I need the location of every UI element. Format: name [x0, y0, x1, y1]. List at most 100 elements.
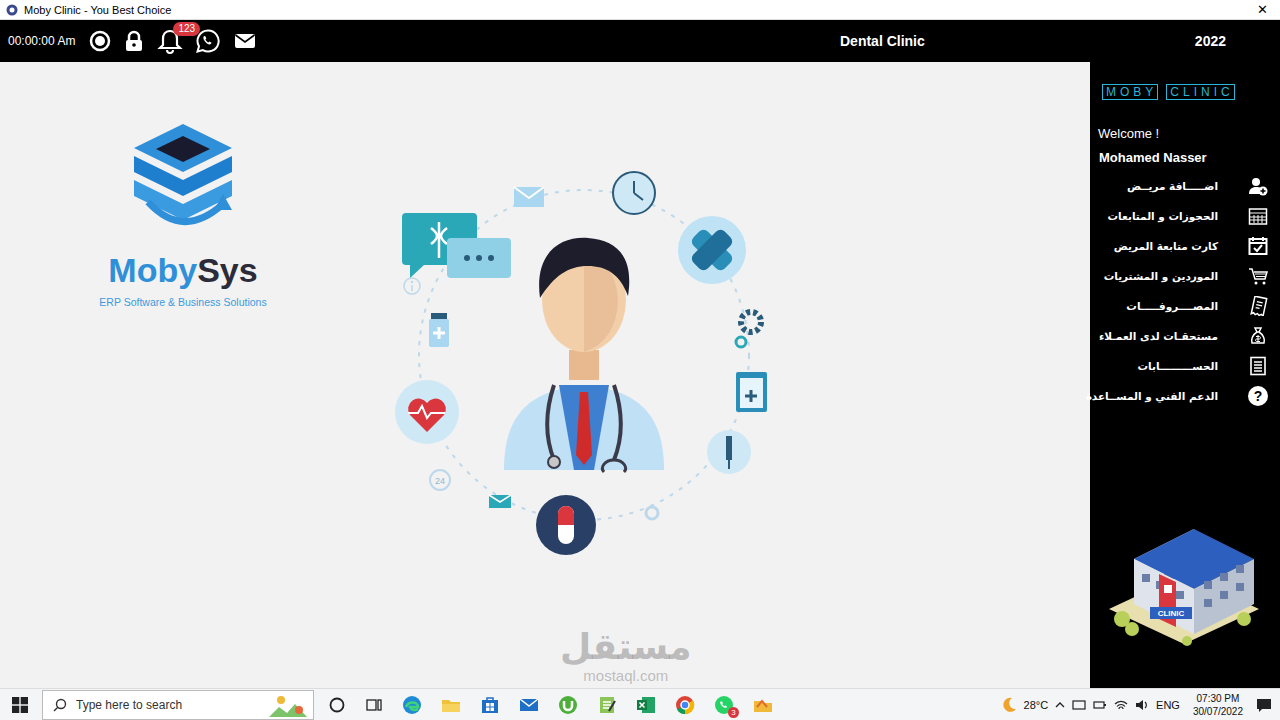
add-user-icon: [1248, 176, 1268, 196]
sidebar-item[interactable]: مستحقـات لدى العمـلاء: [1090, 321, 1280, 351]
time-text: 07:30 PM: [1197, 692, 1240, 705]
pill-icon: [536, 495, 596, 555]
notification-center-icon[interactable]: [1256, 697, 1272, 713]
brand-word: MOBY: [1102, 84, 1158, 100]
heart-icon: [395, 380, 459, 444]
watermark: مستقل mostaql.com: [560, 626, 692, 684]
sidebar-item-label: مستحقـات لدى العمـلاء: [1099, 330, 1218, 342]
clock-icon: [613, 172, 655, 214]
weather-text: 28°C: [1024, 699, 1049, 711]
app-icon: [6, 4, 18, 16]
cart-icon: [1248, 266, 1268, 286]
utorrent-icon[interactable]: [558, 695, 578, 715]
logo-name: MobySys: [108, 250, 257, 290]
clock-text: 00:00:00 Am: [8, 34, 75, 48]
app-badge: 3: [728, 707, 739, 718]
watermark-arabic: مستقل: [560, 626, 692, 668]
watermark-latin: mostaql.com: [583, 668, 668, 684]
sidebar-menu: اضـــــافة مريــض الحجوزات و المتابعات ك…: [1090, 171, 1280, 411]
sidebar-item[interactable]: الدعم الفني و المســاعدة ?: [1090, 381, 1280, 411]
sidebar-item[interactable]: المصــــروفـــــات: [1090, 291, 1280, 321]
landscape-icon: [269, 693, 307, 717]
wifi-icon[interactable]: [1114, 698, 1128, 712]
notepad-icon[interactable]: [597, 695, 617, 715]
search-placeholder: Type here to search: [76, 698, 260, 712]
welcome-text: Welcome !: [1098, 126, 1280, 141]
logo-cubes-icon: [128, 122, 238, 242]
sidebar-item[interactable]: الموردين و المشتريات: [1090, 261, 1280, 291]
logo-tagline: ERP Software & Business Solutions: [99, 296, 266, 308]
sidebar: MOBY CLINIC Welcome ! Mohamed Nasser اضــ…: [1090, 62, 1280, 688]
record-icon[interactable]: [89, 30, 111, 52]
date-time[interactable]: 07:30 PM 30/07/2022: [1193, 692, 1243, 718]
network-icon[interactable]: [1072, 698, 1086, 712]
clinic-building-icon: CLINIC: [1104, 519, 1264, 654]
moon-icon: [1001, 697, 1017, 713]
money-bag-icon: [1248, 326, 1268, 346]
svg-text:24: 24: [435, 476, 445, 486]
app-window: Moby Clinic - You Best Choice ✕ 00:00:00…: [0, 0, 1280, 720]
date-text: 30/07/2022: [1193, 705, 1243, 718]
task-view-icon[interactable]: [365, 696, 383, 714]
top-bar: 00:00:00 Am 123 Dental Clinic 2022: [0, 20, 1280, 62]
content-area: MobySys ERP Software & Business Solution…: [0, 62, 1090, 688]
user-name: Mohamed Nasser: [1099, 150, 1280, 165]
clock-24-icon: 24: [430, 470, 450, 490]
notifications-button[interactable]: 123: [157, 28, 183, 54]
chevron-up-icon[interactable]: [1055, 700, 1065, 710]
sidebar-item-label: الموردين و المشتريات: [1104, 270, 1218, 282]
calendar-check-icon: [1248, 236, 1268, 256]
windows-start-icon[interactable]: [12, 697, 28, 713]
taskbar: Type here to search 3 28°C ENG 07:30 PM …: [0, 688, 1280, 720]
battery-icon[interactable]: [1093, 698, 1107, 712]
help-icon: ?: [1248, 386, 1268, 406]
sidebar-item-label: كارت متابعة المريض: [1114, 240, 1218, 252]
whatsapp-app-button[interactable]: 3: [714, 695, 734, 715]
excel-icon[interactable]: [636, 695, 656, 715]
folder-app-icon[interactable]: [753, 695, 773, 715]
svg-text:CLINIC: CLINIC: [1158, 609, 1185, 618]
volume-icon[interactable]: [1135, 698, 1149, 712]
title-bar: Moby Clinic - You Best Choice ✕: [0, 0, 1280, 20]
calendar-icon: [1248, 206, 1268, 226]
language-text[interactable]: ENG: [1156, 699, 1180, 711]
doctor-icon: [504, 238, 664, 472]
search-icon: [53, 698, 67, 712]
system-tray: 28°C ENG 07:30 PM 30/07/2022: [1001, 692, 1280, 718]
chrome-icon[interactable]: [675, 695, 695, 715]
taskbar-search[interactable]: Type here to search: [42, 690, 314, 720]
doctor-illustration: 24: [394, 170, 784, 560]
receipt-icon: [1248, 296, 1268, 316]
sidebar-item[interactable]: الحســـــــــابات: [1090, 351, 1280, 381]
close-button[interactable]: ✕: [1253, 2, 1272, 17]
brand-logo: MOBY CLINIC: [1090, 84, 1280, 100]
year-text: 2022: [1195, 33, 1272, 49]
clipboard-icon: [736, 372, 767, 412]
mobysys-logo: MobySys ERP Software & Business Solution…: [90, 122, 276, 308]
window-title: Moby Clinic - You Best Choice: [24, 4, 171, 16]
mail-app-icon[interactable]: [519, 695, 539, 715]
medicine-bottle-icon: [429, 313, 449, 347]
sidebar-item-label: الحســـــــــابات: [1138, 360, 1218, 372]
sidebar-item[interactable]: اضـــــافة مريــض: [1090, 171, 1280, 201]
sidebar-item-label: الحجوزات و المتابعات: [1108, 210, 1218, 222]
notification-badge: 123: [173, 22, 200, 36]
info-icon: [404, 278, 420, 294]
file-explorer-icon[interactable]: [441, 695, 461, 715]
sidebar-item[interactable]: الحجوزات و المتابعات: [1090, 201, 1280, 231]
brand-word: CLINIC: [1166, 84, 1234, 100]
bandage-icon: [678, 216, 746, 284]
cortana-icon[interactable]: [328, 696, 346, 714]
edge-icon[interactable]: [402, 695, 422, 715]
sidebar-item-label: الدعم الفني و المســاعدة: [1086, 390, 1218, 402]
store-icon[interactable]: [480, 695, 500, 715]
gear-icon: [646, 312, 761, 519]
sidebar-item-label: المصــــروفـــــات: [1126, 300, 1218, 312]
mail-icon[interactable]: [233, 31, 257, 51]
chat-bubble-icon: [402, 213, 511, 278]
lock-icon[interactable]: [123, 30, 145, 52]
sidebar-item-label: اضـــــافة مريــض: [1127, 180, 1218, 192]
clinic-name: Dental Clinic: [768, 33, 1195, 49]
sidebar-item[interactable]: كارت متابعة المريض: [1090, 231, 1280, 261]
list-icon: [1248, 356, 1268, 376]
